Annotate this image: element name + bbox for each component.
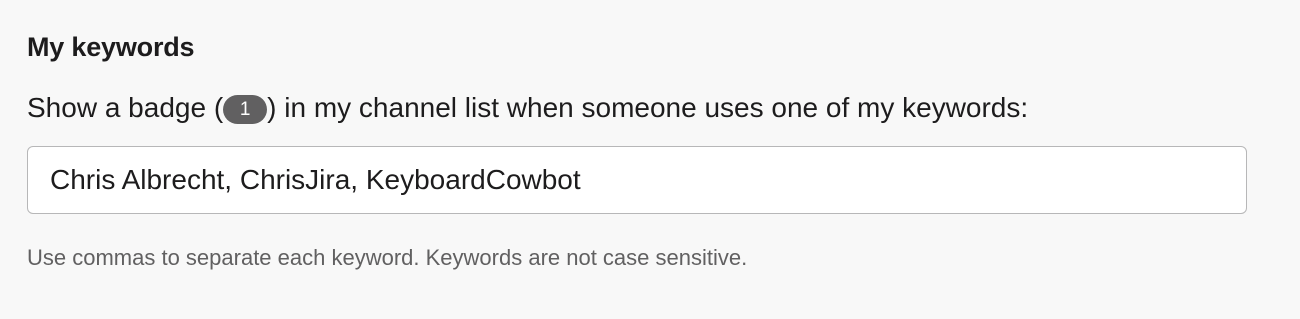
keywords-section: My keywords Show a badge (1) in my chann… (27, 0, 1249, 319)
section-heading: My keywords (27, 32, 195, 62)
keywords-input-container (27, 146, 1247, 214)
description-text-before: Show a badge ( (27, 92, 224, 123)
description-text-after: ) in my channel list when someone uses o… (267, 92, 1029, 123)
keywords-hint: Use commas to separate each keyword. Key… (27, 245, 748, 270)
badge-example: 1 (223, 95, 268, 124)
keywords-description: Show a badge (1) in my channel list when… (27, 90, 1028, 126)
keywords-input[interactable] (50, 147, 1220, 212)
